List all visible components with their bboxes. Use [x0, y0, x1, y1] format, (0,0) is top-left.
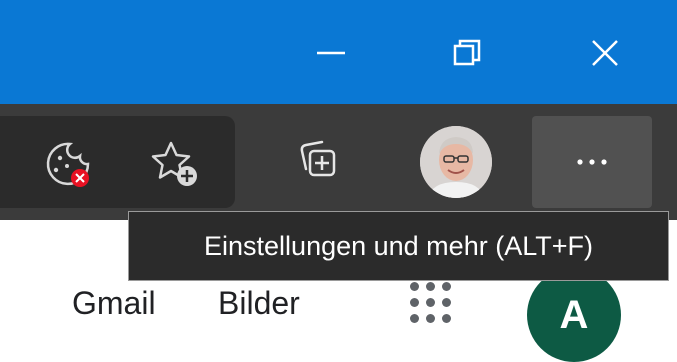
browser-toolbar — [0, 104, 677, 220]
apps-dot — [442, 282, 451, 291]
collections-icon — [300, 140, 336, 177]
restore-button[interactable] — [432, 18, 502, 88]
apps-dot — [410, 298, 419, 307]
restore-icon — [453, 39, 481, 66]
tooltip: Einstellungen und mehr (ALT+F) — [128, 211, 669, 281]
images-link[interactable]: Bilder — [218, 283, 300, 323]
profile-avatar[interactable] — [420, 126, 492, 198]
apps-dot — [442, 298, 451, 307]
apps-dot — [426, 298, 435, 307]
apps-dot — [410, 314, 419, 323]
settings-and-more-button[interactable] — [532, 116, 652, 208]
address-bar-end — [0, 116, 235, 208]
apps-dot — [426, 282, 435, 291]
profile-photo — [420, 126, 492, 198]
title-bar — [0, 0, 677, 104]
cookie-blocked-icon — [46, 142, 90, 187]
collections-button[interactable] — [290, 136, 350, 188]
apps-grid-button[interactable] — [408, 280, 458, 330]
gmail-link[interactable]: Gmail — [72, 283, 156, 323]
add-favorite-icon — [151, 141, 197, 186]
apps-dot — [442, 314, 451, 323]
more-icon — [577, 159, 607, 165]
apps-dot — [426, 314, 435, 323]
minimize-button[interactable] — [296, 18, 366, 88]
tracking-prevention-button[interactable] — [38, 138, 98, 188]
close-button[interactable] — [570, 18, 640, 88]
apps-dot — [410, 282, 419, 291]
account-avatar[interactable]: A — [527, 268, 621, 362]
close-icon — [592, 40, 618, 66]
add-favorite-button[interactable] — [145, 138, 205, 188]
minimize-icon — [317, 51, 345, 55]
